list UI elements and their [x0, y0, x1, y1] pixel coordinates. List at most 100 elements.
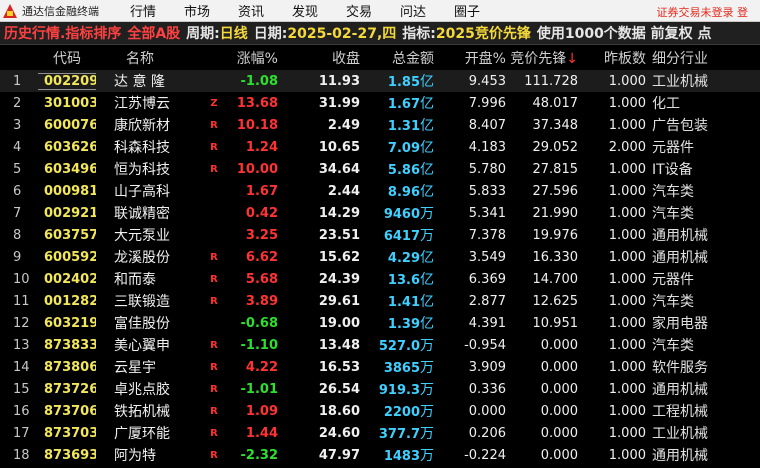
header-change[interactable]: 涨幅% [220, 48, 280, 68]
change-percent: -2.32 [240, 447, 278, 463]
stock-name: 云星宇 [114, 360, 156, 376]
menu-item-news[interactable]: 资讯 [224, 1, 278, 20]
industry: 软件服务 [652, 360, 708, 376]
stock-code: 873726 [44, 381, 96, 397]
amount-value: 3865 [383, 361, 420, 376]
margin-flag: R [210, 449, 218, 461]
board-count: 1.000 [608, 73, 646, 89]
margin-flag: R [210, 295, 218, 307]
header-industry[interactable]: 细分行业 [646, 48, 746, 68]
close-price: 2.44 [327, 183, 360, 199]
table-row[interactable]: 10 002402 和而泰 R 5.68 24.39 13.6亿 6.369 14.700 1.0… [0, 268, 760, 290]
amount-value: 919.3 [378, 383, 420, 398]
table-row[interactable]: 18 873693 阿为特 R -2.32 47.97 1483万 -0.224 0.000 1.… [0, 444, 760, 466]
industry: 汽车类 [652, 206, 694, 222]
app-title: 通达信金融终端 [22, 4, 99, 18]
bid-pioneer-value: 14.700 [532, 271, 579, 287]
amount-unit: 万 [420, 206, 434, 222]
stock-name: 和而泰 [114, 272, 156, 288]
industry: 通用机械 [652, 448, 708, 464]
open-percent: 3.549 [468, 249, 506, 265]
amount-value: 4.29 [387, 251, 420, 266]
table-row[interactable]: 5 603496 恒为科技 R 10.00 34.64 5.86亿 5.780 27.815 1.… [0, 158, 760, 180]
menu-item-quotes[interactable]: 行情 [116, 1, 170, 20]
header-bid-label: 竞价先锋 [510, 51, 567, 67]
stock-name: 铁拓机械 [114, 404, 170, 420]
table-row[interactable]: 15 873726 卓兆点胶 R -1.01 26.54 919.3万 0.336 0.000 1… [0, 378, 760, 400]
industry: 通用机械 [652, 382, 708, 398]
menu-item-discover[interactable]: 发现 [278, 1, 332, 20]
stock-name: 江苏博云 [114, 96, 170, 112]
table-row[interactable]: 13 873833 美心翼申 R -1.10 13.48 527.0万 -0.954 0.000… [0, 334, 760, 356]
total-amount: 5.86亿 [360, 159, 434, 179]
table-row[interactable]: 9 600592 龙溪股份 R 6.62 15.62 4.29亿 3.549 16.330 1.0… [0, 246, 760, 268]
date-value[interactable]: 2025-02-27,四 [287, 23, 396, 43]
period-value[interactable]: 日线 [220, 23, 248, 43]
menu-item-trade[interactable]: 交易 [332, 1, 386, 20]
header-board-count[interactable]: 昨板数 [578, 48, 646, 68]
total-amount: 1.85亿 [360, 71, 434, 91]
table-row[interactable]: 14 873806 云星宇 R 4.22 16.53 3865万 3.909 0.000 1.00… [0, 356, 760, 378]
menu-item-ask[interactable]: 问达 [386, 1, 440, 20]
stock-name: 大元泵业 [114, 228, 170, 244]
industry: 工业机械 [652, 74, 708, 90]
open-percent: 0.206 [468, 425, 506, 441]
header-name[interactable]: 名称 [96, 48, 208, 68]
amount-unit: 亿 [420, 96, 434, 112]
amount-unit: 亿 [420, 272, 434, 288]
open-percent: 7.996 [468, 95, 506, 111]
menu-item-market[interactable]: 市场 [170, 1, 224, 20]
board-count: 1.000 [608, 183, 646, 199]
row-index: 11 [13, 293, 30, 309]
table-row[interactable]: 8 603757 大元泵业 3.25 23.51 6417万 7.378 19.976 1.00… [0, 224, 760, 246]
close-price: 34.64 [318, 161, 360, 177]
table-row[interactable]: 2 301003 江苏博云 Z 13.68 31.99 1.67亿 7.996 48.017 1.… [0, 92, 760, 114]
table-row[interactable]: 11 001282 三联锻造 R 3.89 29.61 1.41亿 2.877 12.625 1.… [0, 290, 760, 312]
change-percent: -1.01 [240, 381, 278, 397]
table-row[interactable]: 16 873706 铁拓机械 R 1.09 18.60 2200万 0.000 0.000 1.0… [0, 400, 760, 422]
amount-value: 5.86 [387, 163, 420, 178]
total-amount: 919.3万 [360, 379, 434, 399]
open-percent: -0.954 [464, 337, 506, 353]
header-code[interactable]: 代码 [38, 48, 96, 68]
row-index: 17 [13, 425, 30, 441]
table-row[interactable]: 3 600076 康欣新材 R 10.18 2.49 1.31亿 8.407 37.348 1.0… [0, 114, 760, 136]
close-price: 19.00 [318, 315, 360, 331]
industry: 广告包装 [652, 118, 708, 134]
menu-item-circle[interactable]: 圈子 [440, 1, 494, 20]
table-row[interactable]: 12 603219 富佳股份 -0.68 19.00 1.39亿 4.391 10.951 1.… [0, 312, 760, 334]
stock-name: 卓兆点胶 [114, 382, 170, 398]
amount-value: 527.0 [378, 339, 420, 354]
table-row[interactable]: 1 002209 达 意 隆 -1.08 11.93 1.85亿 9.453 111.728 1… [0, 70, 760, 92]
close-price: 31.99 [318, 95, 360, 111]
login-warning-link[interactable]: 证券交易未登录 登 [657, 4, 749, 20]
margin-flag: R [210, 339, 218, 351]
amount-unit: 亿 [420, 184, 434, 200]
close-price: 24.39 [318, 271, 360, 287]
amount-unit: 万 [420, 338, 434, 354]
table-row[interactable]: 17 873703 广厦环能 R 1.44 24.60 377.7万 0.206 0.000 1.… [0, 422, 760, 444]
open-percent: 0.000 [468, 403, 506, 419]
total-amount: 8.96亿 [360, 181, 434, 201]
amount-unit: 亿 [420, 316, 434, 332]
stock-code: 873706 [44, 403, 96, 419]
total-amount: 1.41亿 [360, 291, 434, 311]
open-percent: 0.336 [468, 381, 506, 397]
stock-scope[interactable]: 全部A股 [127, 23, 180, 43]
industry: 元器件 [652, 272, 694, 288]
header-bid-pioneer[interactable]: 竞价先锋↓ [506, 48, 578, 68]
total-amount: 1.39亿 [360, 313, 434, 333]
margin-flag: R [210, 383, 218, 395]
header-open[interactable]: 开盘% [434, 48, 506, 68]
header-amount[interactable]: 总金额 [360, 48, 434, 68]
change-percent: 0.42 [245, 205, 278, 221]
bid-pioneer-value: 37.348 [532, 117, 579, 133]
industry: 工程机械 [652, 404, 708, 420]
table-row[interactable]: 4 603626 科森科技 R 1.24 10.65 7.09亿 4.183 29.052 2.0… [0, 136, 760, 158]
table-row[interactable]: 7 002921 联诚精密 0.42 14.29 9460万 5.341 21.990 1.00… [0, 202, 760, 224]
amount-value: 1.85 [387, 75, 420, 90]
table-row[interactable]: 6 000981 山子高科 1.67 2.44 8.96亿 5.833 27.596 1.000… [0, 180, 760, 202]
indicator-value[interactable]: 2025竞价先锋 [436, 23, 531, 43]
header-close[interactable]: 收盘 [280, 48, 360, 68]
bid-pioneer-value: 21.990 [532, 205, 579, 221]
